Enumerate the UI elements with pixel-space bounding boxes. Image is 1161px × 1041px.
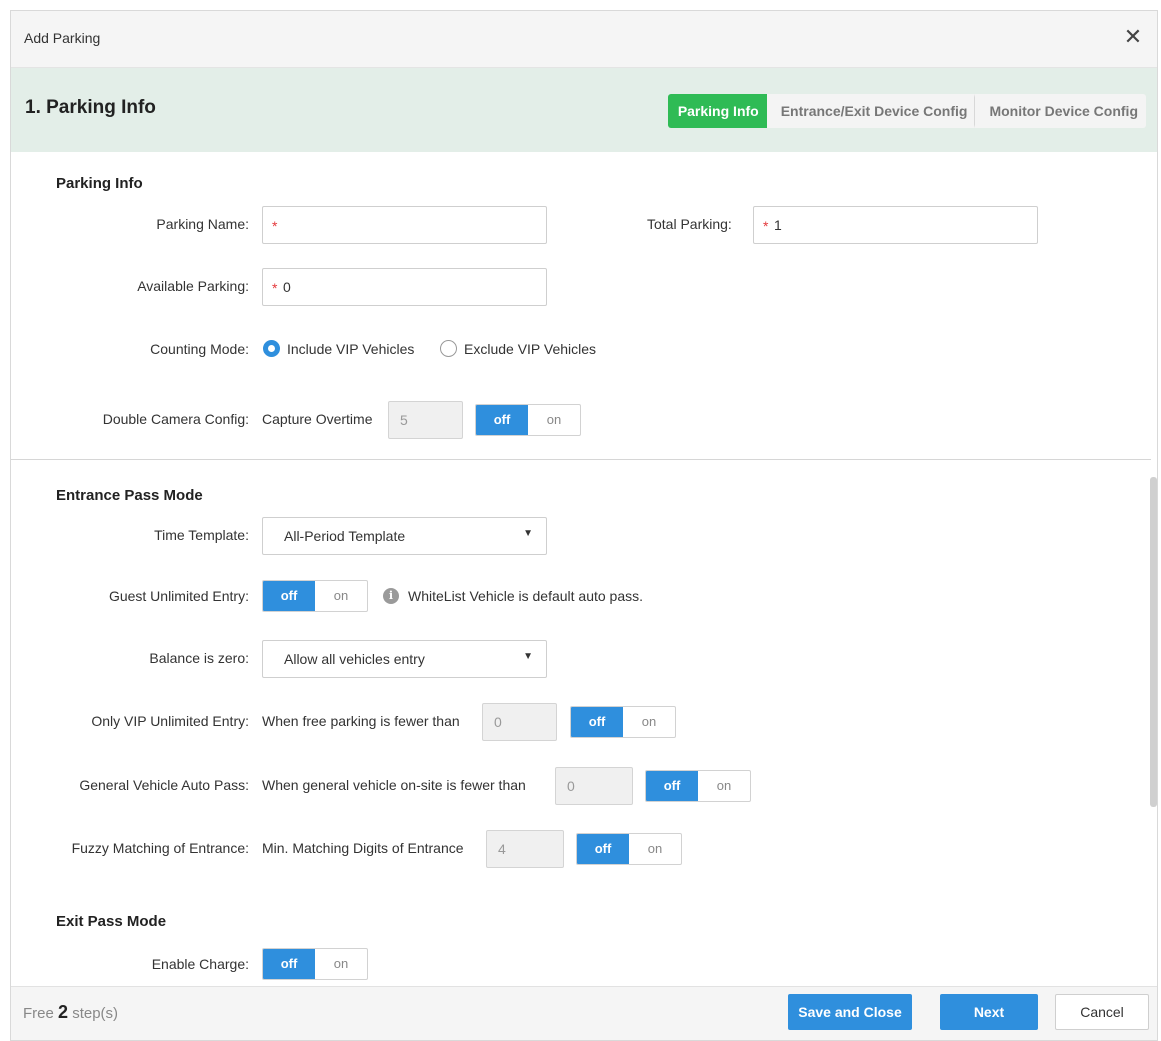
free-steps-indicator: Free 2 step(s) bbox=[23, 1002, 118, 1023]
guest-unlimited-toggle[interactable]: off on bbox=[262, 580, 368, 612]
step-parking-info: Parking Info bbox=[667, 94, 775, 128]
guest-unlimited-label: Guest Unlimited Entry: bbox=[108, 588, 249, 604]
save-and-close-button[interactable]: Save and Close bbox=[788, 994, 912, 1030]
vip-unlimited-text: When free parking is fewer than bbox=[262, 713, 460, 729]
vip-unlimited-input[interactable]: 0 bbox=[482, 703, 557, 741]
balance-zero-value: Allow all vehicles entry bbox=[284, 651, 425, 667]
free-steps-count: 2 bbox=[58, 1002, 69, 1022]
close-icon[interactable]: ✕ bbox=[1121, 25, 1145, 49]
next-button[interactable]: Next bbox=[940, 994, 1038, 1030]
whitelist-note: WhiteList Vehicle is default auto pass. bbox=[408, 588, 644, 604]
vip-unlimited-toggle[interactable]: off on bbox=[570, 706, 676, 738]
available-parking-value: 0 bbox=[283, 279, 291, 295]
general-auto-pass-text: When general vehicle on-site is fewer th… bbox=[262, 777, 526, 793]
toggle-on[interactable]: on bbox=[623, 707, 675, 737]
step-monitor-device-config: Monitor Device Config bbox=[975, 94, 1146, 128]
enable-charge-label: Enable Charge: bbox=[151, 956, 249, 972]
dialog-footer: Free 2 step(s) Save and Close Next Cance… bbox=[11, 986, 1157, 1040]
parking-name-label: Parking Name: bbox=[156, 216, 249, 232]
time-template-label: Time Template: bbox=[154, 527, 249, 543]
section-divider bbox=[11, 459, 1151, 460]
free-steps-prefix: Free bbox=[23, 1005, 54, 1022]
required-mark: * bbox=[272, 280, 278, 296]
capture-overtime-value: 5 bbox=[400, 412, 408, 428]
available-parking-label: Available Parking: bbox=[137, 278, 249, 294]
section-heading-parking-info: Parking Info bbox=[56, 175, 143, 192]
section-heading-entrance-pass-mode: Entrance Pass Mode bbox=[56, 487, 203, 504]
fuzzy-matching-text: Min. Matching Digits of Entrance bbox=[262, 840, 464, 856]
radio-checked-icon bbox=[263, 340, 280, 357]
dialog-titlebar: Add Parking ✕ bbox=[11, 11, 1157, 68]
toggle-on[interactable]: on bbox=[698, 771, 750, 801]
toggle-on[interactable]: on bbox=[315, 949, 367, 979]
scrollbar[interactable] bbox=[1150, 477, 1157, 807]
step-entrance-exit-device-config: Entrance/Exit Device Config bbox=[766, 94, 980, 128]
general-auto-pass-label: General Vehicle Auto Pass: bbox=[79, 777, 249, 793]
radio-exclude-vip[interactable]: Exclude VIP Vehicles bbox=[440, 340, 596, 357]
time-template-value: All-Period Template bbox=[284, 528, 406, 544]
toggle-on[interactable]: on bbox=[315, 581, 367, 611]
counting-mode-label: Counting Mode: bbox=[150, 341, 249, 357]
section-heading-exit-pass-mode: Exit Pass Mode bbox=[56, 913, 167, 930]
step-indicator: Parking Info Entrance/Exit Device Config… bbox=[667, 94, 1146, 128]
caret-down-icon: ▼ bbox=[523, 528, 533, 539]
toggle-off[interactable]: off bbox=[646, 771, 698, 801]
toggle-off[interactable]: off bbox=[476, 405, 528, 435]
time-template-select[interactable]: All-Period Template ▼ bbox=[262, 517, 547, 555]
capture-overtime-input[interactable]: 5 bbox=[388, 401, 463, 439]
step-title: 1. Parking Info bbox=[25, 97, 156, 118]
total-parking-label: Total Parking: bbox=[647, 216, 732, 232]
toggle-off[interactable]: off bbox=[263, 581, 315, 611]
vip-unlimited-value: 0 bbox=[494, 714, 502, 730]
radio-include-vip-label: Include VIP Vehicles bbox=[287, 340, 415, 357]
form-content: Parking Info Parking Name: * Total Parki… bbox=[11, 152, 1157, 986]
step-bar: 1. Parking Info Parking Info Entrance/Ex… bbox=[11, 68, 1157, 152]
required-mark: * bbox=[763, 218, 769, 234]
cancel-button[interactable]: Cancel bbox=[1055, 994, 1149, 1030]
general-auto-pass-toggle[interactable]: off on bbox=[645, 770, 751, 802]
radio-exclude-vip-label: Exclude VIP Vehicles bbox=[464, 340, 597, 357]
toggle-on[interactable]: on bbox=[528, 405, 580, 435]
toggle-on[interactable]: on bbox=[629, 834, 681, 864]
enable-charge-toggle[interactable]: off on bbox=[262, 948, 368, 980]
radio-unchecked-icon bbox=[440, 340, 457, 357]
add-parking-dialog: Add Parking ✕ 1. Parking Info Parking In… bbox=[10, 10, 1158, 1041]
toggle-off[interactable]: off bbox=[263, 949, 315, 979]
fuzzy-matching-label: Fuzzy Matching of Entrance: bbox=[71, 840, 249, 856]
toggle-off[interactable]: off bbox=[577, 834, 629, 864]
caret-down-icon: ▼ bbox=[523, 651, 533, 662]
general-auto-pass-input[interactable]: 0 bbox=[555, 767, 633, 805]
fuzzy-matching-toggle[interactable]: off on bbox=[576, 833, 682, 865]
radio-include-vip[interactable]: Include VIP Vehicles bbox=[263, 340, 414, 357]
dialog-title: Add Parking bbox=[24, 30, 101, 46]
balance-zero-select[interactable]: Allow all vehicles entry ▼ bbox=[262, 640, 547, 678]
double-camera-label: Double Camera Config: bbox=[102, 411, 249, 427]
free-steps-suffix: step(s) bbox=[72, 1005, 119, 1022]
parking-name-input[interactable]: * bbox=[262, 206, 547, 244]
vip-unlimited-label: Only VIP Unlimited Entry: bbox=[91, 713, 249, 729]
double-camera-toggle[interactable]: off on bbox=[475, 404, 581, 436]
info-icon: i bbox=[383, 588, 399, 604]
general-auto-pass-value: 0 bbox=[567, 778, 575, 794]
capture-overtime-label: Capture Overtime bbox=[262, 411, 373, 427]
balance-zero-label: Balance is zero: bbox=[149, 650, 249, 666]
toggle-off[interactable]: off bbox=[571, 707, 623, 737]
fuzzy-matching-value: 4 bbox=[498, 841, 506, 857]
total-parking-value: 1 bbox=[774, 217, 782, 233]
fuzzy-matching-input[interactable]: 4 bbox=[486, 830, 564, 868]
required-mark: * bbox=[272, 218, 278, 234]
available-parking-input[interactable]: * 0 bbox=[262, 268, 547, 306]
total-parking-input[interactable]: * 1 bbox=[753, 206, 1038, 244]
